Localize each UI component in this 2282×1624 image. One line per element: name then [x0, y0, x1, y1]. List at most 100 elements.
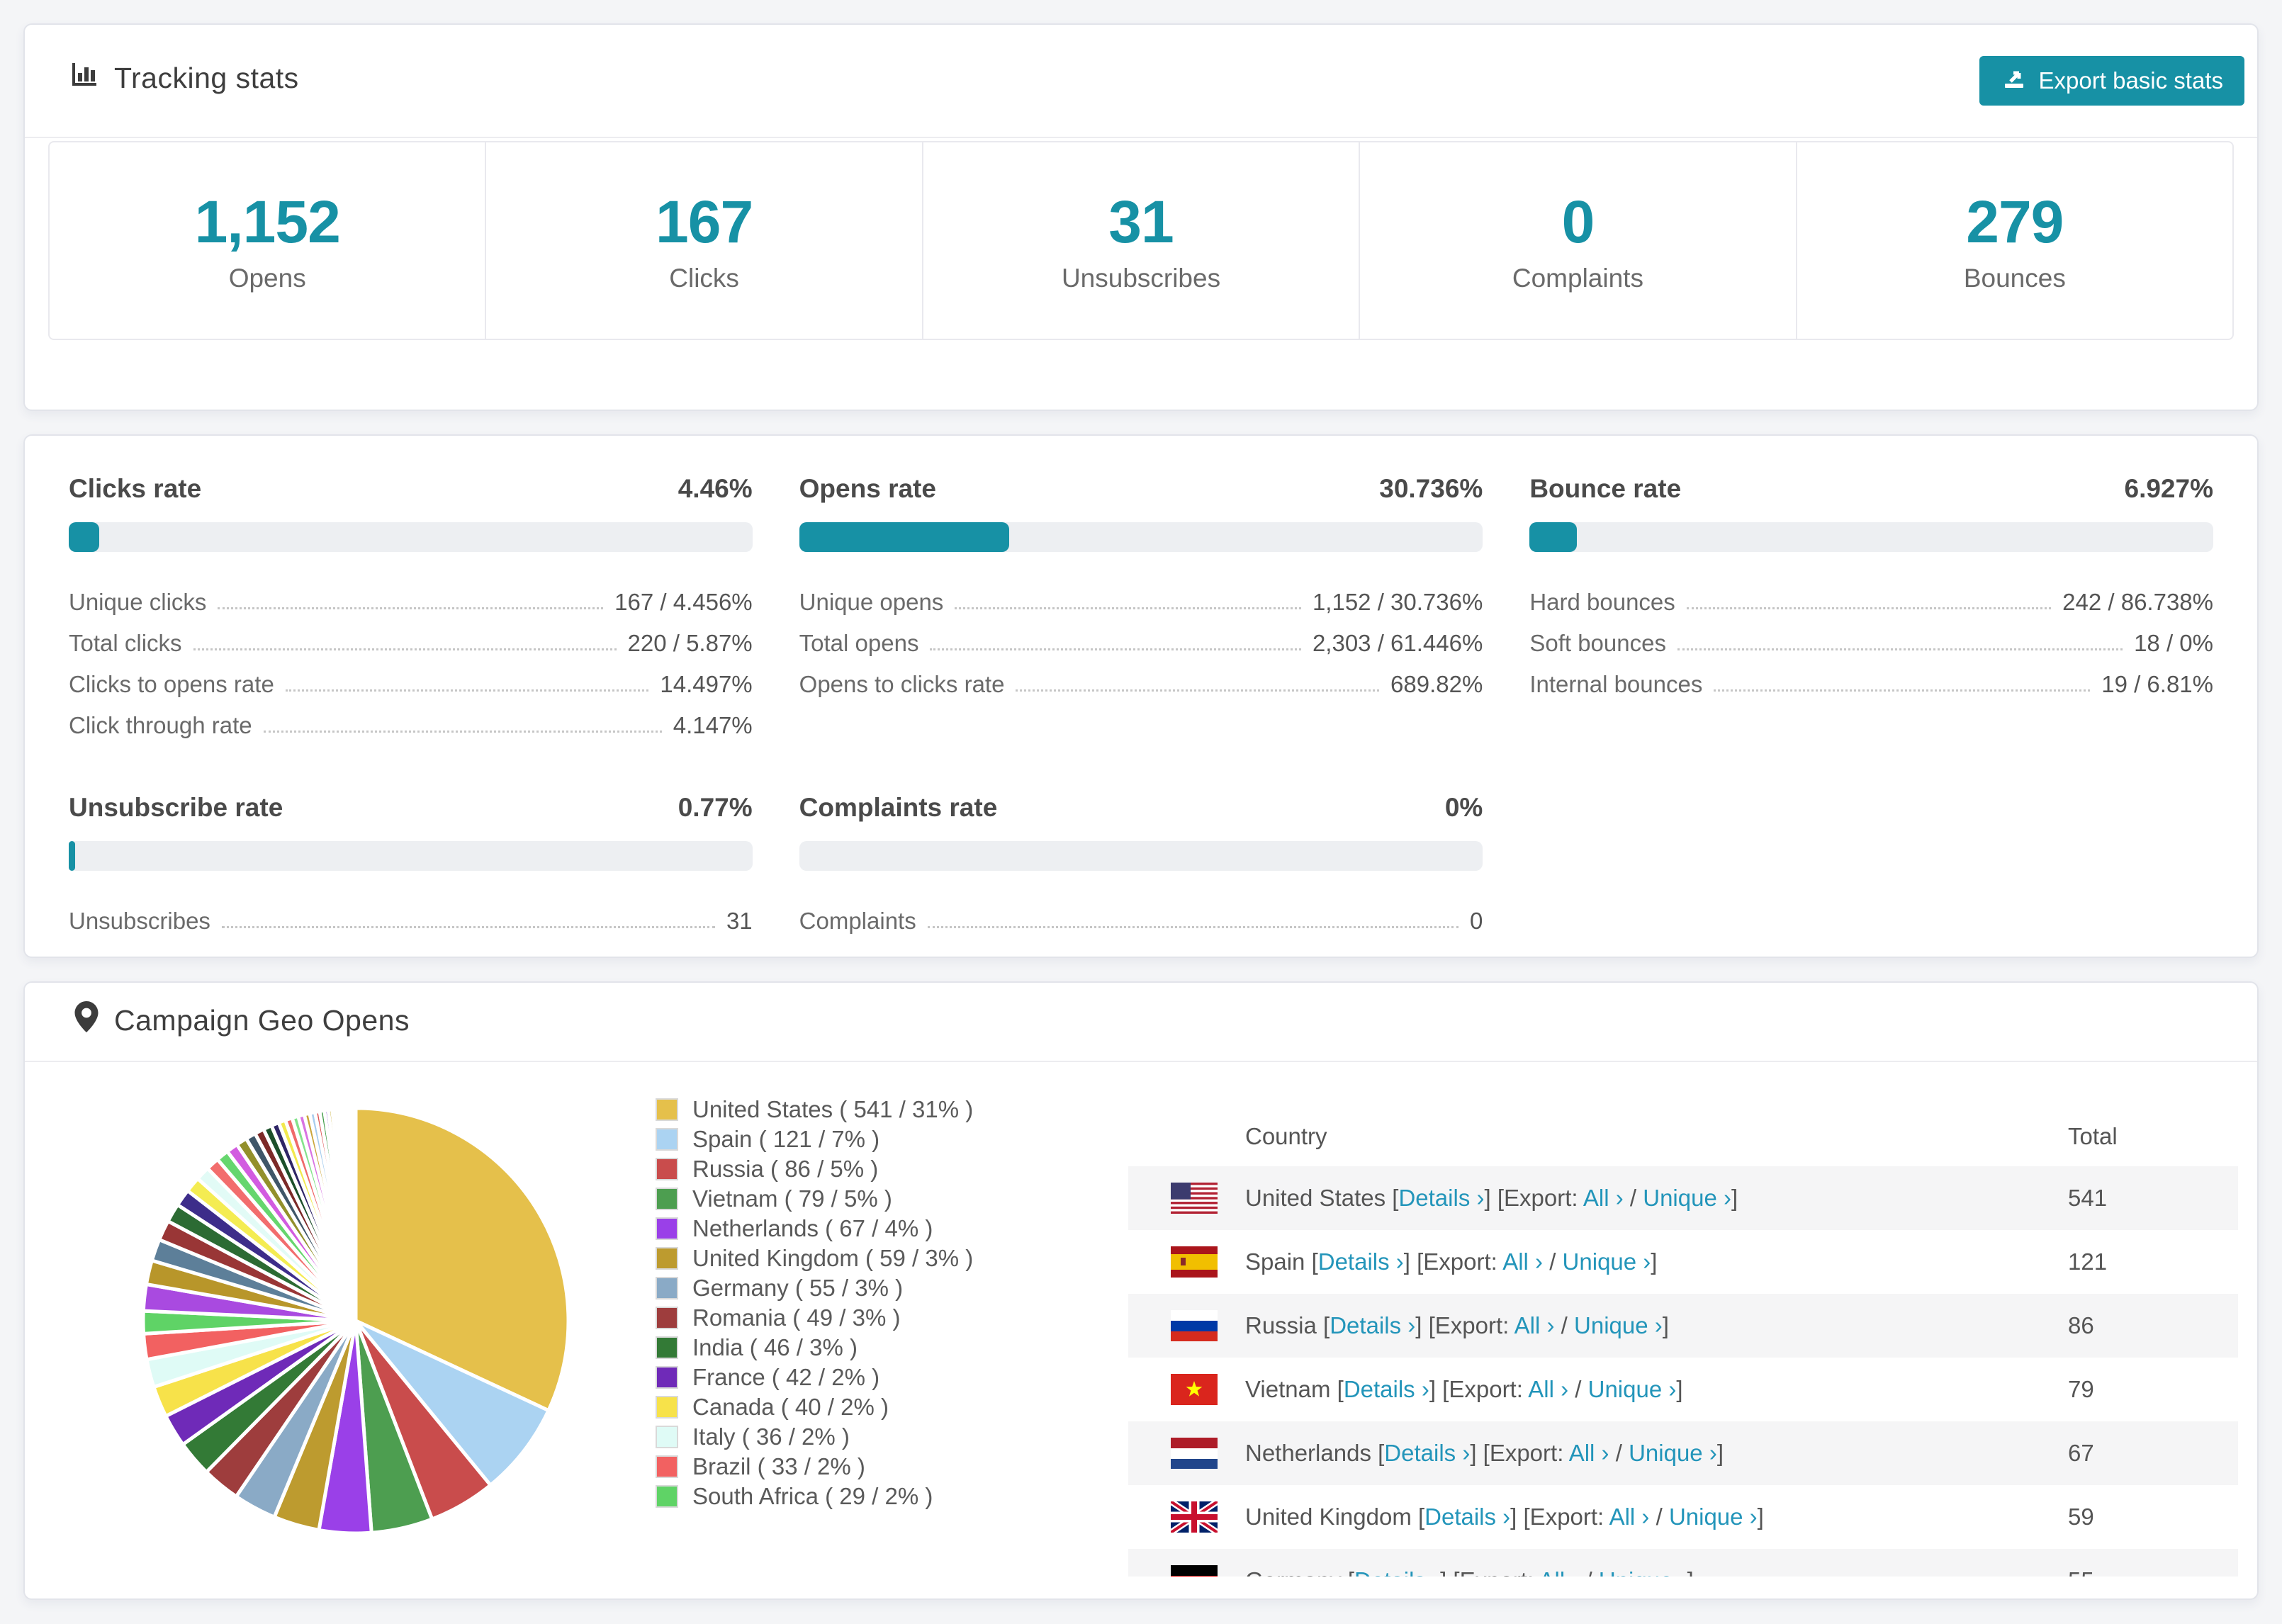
geo-table-row-es: Spain [Details ›] [Export: All › / Uniqu… [1128, 1230, 2238, 1294]
row-total-cell: 86 [2068, 1312, 2094, 1338]
dotted-leader [285, 689, 649, 692]
export-all-link[interactable]: All › [1609, 1504, 1650, 1530]
export-all-link[interactable]: All › [1539, 1567, 1579, 1577]
rate-detail-rows: Hard bounces 242 / 86.738% Soft bounces 18 … [1529, 575, 2213, 698]
export-unique-link[interactable]: Unique › [1599, 1567, 1687, 1577]
rate-detail-value: 19 / 6.81% [2101, 671, 2213, 697]
nl-flag-icon [1171, 1438, 1218, 1469]
rate-block-complaints-rate: Complaints rate 0% Complaints 0 [799, 793, 1483, 935]
rate-progress-bar [1529, 522, 2213, 552]
details-link[interactable]: Details › [1354, 1567, 1440, 1577]
us-flag-icon [1171, 1183, 1218, 1214]
export-unique-link[interactable]: Unique › [1629, 1440, 1717, 1466]
rate-detail-value: 242 / 86.738% [2062, 589, 2213, 615]
legend-item-italy: Italy ( 36 / 2% ) [656, 1422, 973, 1452]
row-total-cell: 67 [2068, 1440, 2094, 1466]
details-link[interactable]: Details › [1318, 1248, 1404, 1275]
rate-detail-value: 18 / 0% [2134, 630, 2213, 656]
export-all-link[interactable]: All › [1502, 1248, 1543, 1275]
rate-detail-row: Opens to clicks rate 689.82% [799, 657, 1483, 698]
column-header-country: Country [1245, 1123, 1327, 1149]
rate-detail-value: 2,303 / 61.446% [1312, 630, 1483, 656]
rate-detail-label: Internal bounces [1529, 671, 1703, 697]
export-unique-link[interactable]: Unique › [1643, 1185, 1731, 1211]
stat-value: 31 [1108, 188, 1174, 255]
dotted-leader [218, 607, 604, 609]
stat-value: 0 [1561, 188, 1595, 255]
legend-label: Vietnam ( 79 / 5% ) [692, 1185, 892, 1212]
details-link[interactable]: Details › [1344, 1376, 1429, 1402]
rate-block-opens-rate: Opens rate 30.736% Unique opens 1,152 / 30.… [799, 474, 1483, 739]
export-all-link[interactable]: All › [1528, 1376, 1568, 1402]
legend-item-vietnam: Vietnam ( 79 / 5% ) [656, 1184, 973, 1214]
details-link[interactable]: Details › [1424, 1504, 1510, 1530]
rate-title-row: Bounce rate 6.927% [1529, 474, 2213, 504]
rate-block-clicks-rate: Clicks rate 4.46% Unique clicks 167 / 4.456… [69, 474, 753, 739]
geo-table: Country Total United States [Details ›] … [1128, 1107, 2238, 1577]
rate-detail-label: Clicks to opens rate [69, 671, 274, 697]
geo-table-row-vn: Vietnam [Details ›] [Export: All › / Uni… [1128, 1358, 2238, 1421]
rate-title: Opens rate [799, 474, 936, 503]
dotted-leader [1714, 689, 2091, 692]
legend-item-india: India ( 46 / 3% ) [656, 1333, 973, 1363]
legend-item-united-states: United States ( 541 / 31% ) [656, 1095, 973, 1124]
geo-title-text: Campaign Geo Opens [114, 1003, 410, 1037]
ru-flag-icon [1171, 1310, 1218, 1341]
stat-opens: 1,152 Opens [50, 142, 487, 339]
rate-progress-bar [799, 841, 1483, 871]
rate-detail-rows: Unique opens 1,152 / 30.736% Total opens 2,… [799, 575, 1483, 698]
rate-title-row: Clicks rate 4.46% [69, 474, 753, 504]
legend-item-south-africa: South Africa ( 29 / 2% ) [656, 1482, 973, 1511]
legend-label: Germany ( 55 / 3% ) [692, 1275, 904, 1301]
legend-color-chip [656, 1336, 678, 1359]
export-basic-stats-button[interactable]: Export basic stats [1979, 56, 2244, 106]
rate-detail-row: Internal bounces 19 / 6.81% [1529, 657, 2213, 698]
tracking-stats-title: Tracking stats [70, 60, 299, 96]
row-country-cell: Vietnam [Details ›] [Export: All › / Uni… [1245, 1376, 1683, 1402]
rate-title: Bounce rate [1529, 474, 1682, 503]
row-country-cell: United States [Details ›] [Export: All ›… [1245, 1185, 1738, 1211]
details-link[interactable]: Details › [1330, 1312, 1415, 1338]
dotted-leader [1686, 607, 2052, 609]
column-header-total: Total [2068, 1123, 2118, 1149]
stat-value: 167 [656, 188, 753, 255]
rate-title-row: Opens rate 30.736% [799, 474, 1483, 504]
gb-flag-icon [1171, 1501, 1218, 1533]
rate-value: 0% [1444, 793, 1483, 822]
map-pin-icon [74, 1001, 99, 1039]
export-unique-link[interactable]: Unique › [1574, 1312, 1663, 1338]
rate-detail-label: Hard bounces [1529, 589, 1675, 615]
legend-color-chip [656, 1396, 678, 1419]
details-link[interactable]: Details › [1384, 1440, 1470, 1466]
row-country-cell: Russia [Details ›] [Export: All › / Uniq… [1245, 1312, 1669, 1338]
de-flag-icon [1171, 1565, 1218, 1577]
details-link[interactable]: Details › [1398, 1185, 1484, 1211]
rate-detail-value: 31 [726, 908, 753, 934]
row-country-cell: Germany [Details ›] [Export: All › / Uni… [1245, 1567, 2068, 1577]
legend-item-netherlands: Netherlands ( 67 / 4% ) [656, 1214, 973, 1244]
es-flag-icon [1171, 1246, 1218, 1278]
dotted-leader [193, 648, 617, 650]
dotted-leader [930, 648, 1301, 650]
legend-item-brazil: Brazil ( 33 / 2% ) [656, 1452, 973, 1482]
export-unique-link[interactable]: Unique › [1669, 1504, 1758, 1530]
export-button-label: Export basic stats [2038, 67, 2223, 94]
export-all-link[interactable]: All › [1514, 1312, 1555, 1338]
rate-detail-row: Clicks to opens rate 14.497% [69, 657, 753, 698]
export-unique-link[interactable]: Unique › [1563, 1248, 1651, 1275]
rate-detail-row: Soft bounces 18 / 0% [1529, 616, 2213, 657]
rate-detail-value: 14.497% [660, 671, 753, 697]
geo-table-rows[interactable]: United States [Details ›] [Export: All ›… [1128, 1166, 2238, 1577]
export-unique-link[interactable]: Unique › [1588, 1376, 1677, 1402]
row-country-cell: Spain [Details ›] [Export: All › / Uniqu… [1245, 1248, 1658, 1275]
rate-progress-bar [799, 522, 1483, 552]
legend-item-spain: Spain ( 121 / 7% ) [656, 1124, 973, 1154]
rate-detail-row: Unique opens 1,152 / 30.736% [799, 575, 1483, 616]
dotted-leader [221, 926, 715, 928]
row-total-cell: 79 [2068, 1376, 2094, 1402]
rate-detail-row: Click through rate 4.147% [69, 698, 753, 739]
stat-label: Bounces [1963, 264, 2066, 293]
export-all-link[interactable]: All › [1583, 1185, 1624, 1211]
rate-detail-label: Unique opens [799, 589, 944, 615]
export-all-link[interactable]: All › [1569, 1440, 1609, 1466]
